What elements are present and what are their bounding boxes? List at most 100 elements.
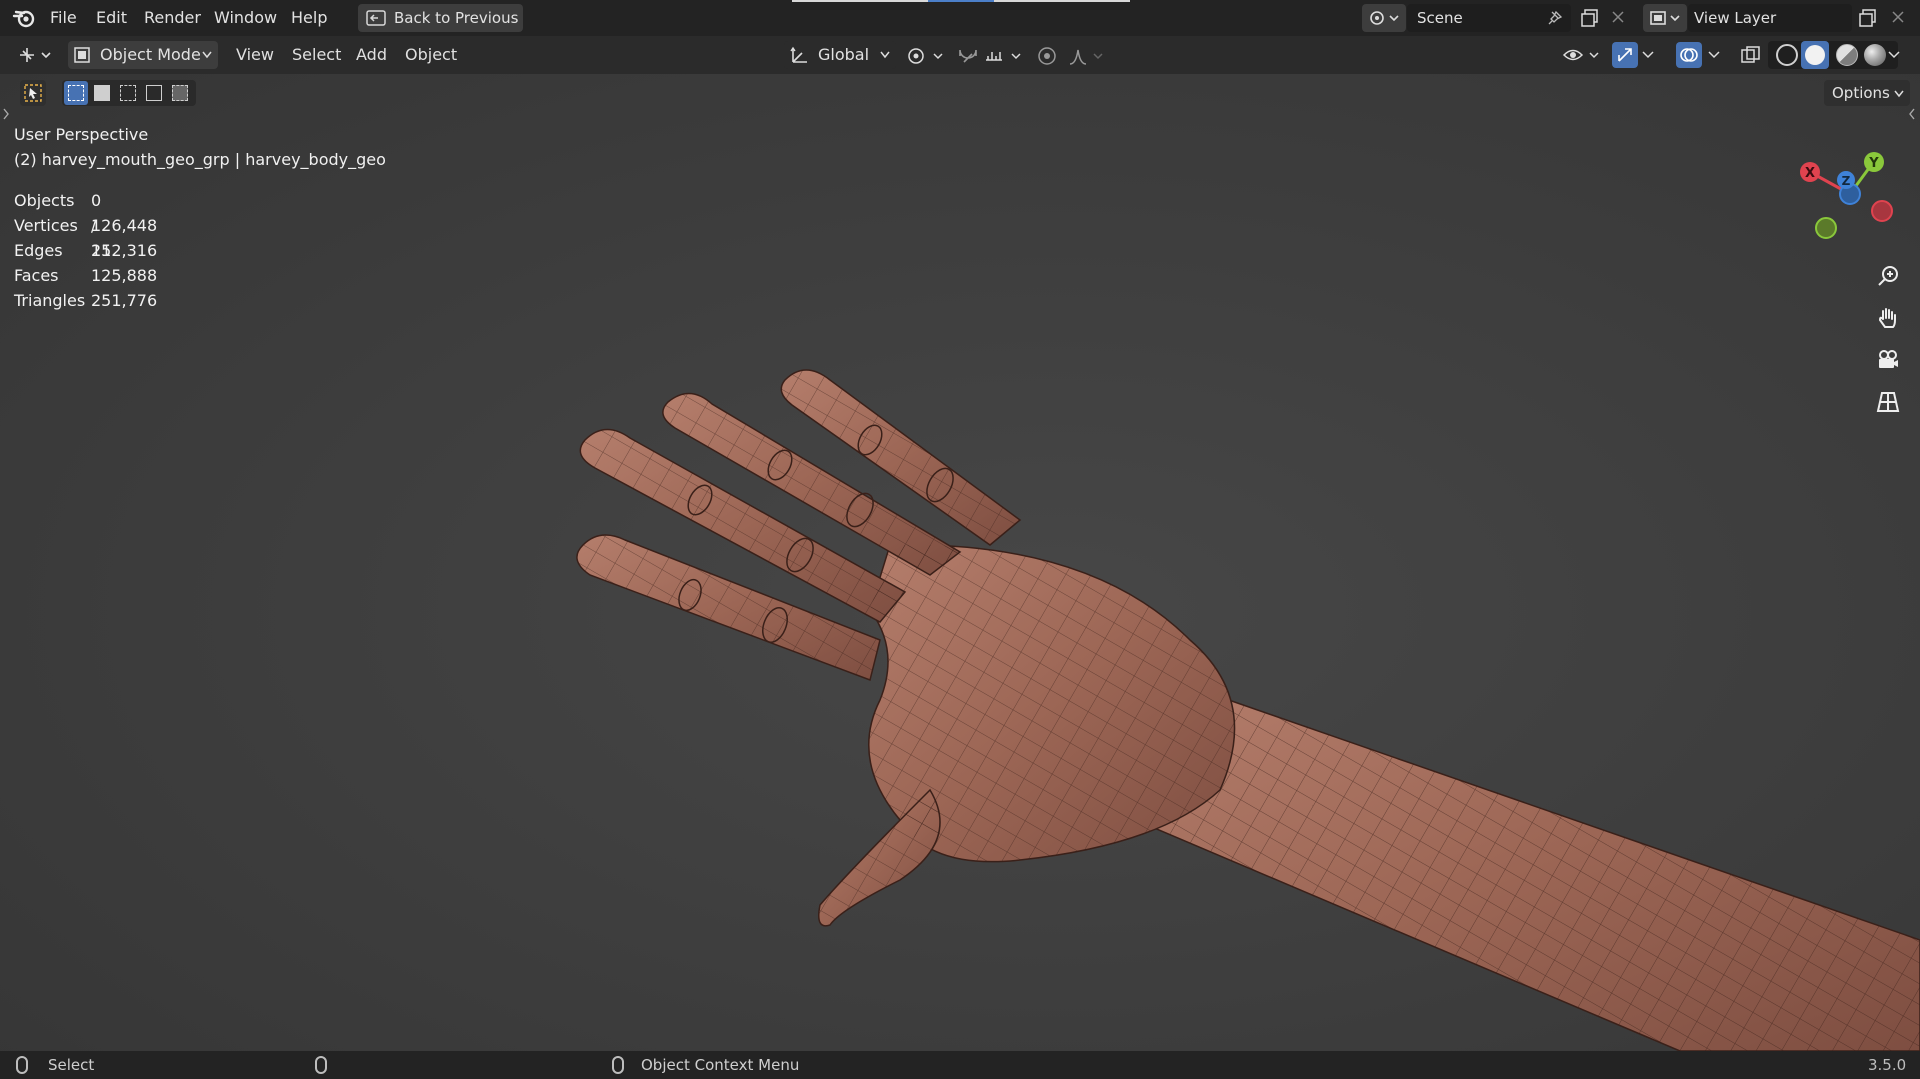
close-icon[interactable]: [1611, 10, 1625, 24]
selection-mode-group: [62, 80, 196, 106]
stat-label: Vertices: [14, 216, 78, 235]
collection-info: (2) harvey_mouth_geo_grp | harvey_body_g…: [14, 150, 386, 169]
menu-window[interactable]: Window: [214, 0, 277, 36]
neg-x-axis-icon[interactable]: [1871, 200, 1893, 222]
mouse-middle-icon: [315, 1056, 327, 1074]
falloff-icon[interactable]: [1068, 46, 1108, 66]
snap-icon[interactable]: [956, 46, 980, 66]
wireframe-shading-icon[interactable]: [1776, 44, 1798, 66]
select-subtract-icon[interactable]: [120, 85, 136, 101]
rendered-shading-icon[interactable]: [1864, 44, 1886, 66]
select-extend-icon[interactable]: [94, 85, 110, 101]
gizmo-icon: [1618, 48, 1632, 62]
editor-type-button[interactable]: [14, 42, 58, 68]
stat-label: Edges: [14, 241, 63, 260]
stat-value: 252,316: [91, 241, 158, 260]
select-intersect-icon[interactable]: [172, 85, 188, 101]
version-label: 3.5.0: [1868, 1056, 1907, 1074]
z-axis-label: Z: [1842, 174, 1851, 188]
overlay-toggle-button[interactable]: [1676, 42, 1702, 68]
status-left-action: Select: [48, 1056, 95, 1074]
stat-row-faces: Faces 125,888: [14, 263, 157, 288]
object-mode-dropdown[interactable]: Object Mode: [68, 41, 218, 69]
scene-icon: [1370, 11, 1399, 25]
overlay-icon: [1680, 48, 1698, 62]
solid-shading-button[interactable]: [1801, 41, 1829, 69]
close-icon[interactable]: [1891, 10, 1905, 24]
scene-name: Scene: [1417, 9, 1463, 27]
back-to-previous-button[interactable]: Back to Previous: [358, 4, 523, 32]
gizmo-toggle-button[interactable]: [1612, 42, 1638, 68]
3d-viewport[interactable]: Options User Perspective (2) harvey_mout…: [0, 74, 1920, 1051]
visibility-icon[interactable]: [1562, 45, 1602, 65]
x-axis-label: X: [1805, 166, 1815, 181]
active-tool-button[interactable]: [20, 80, 46, 106]
toolbar-expand-icon[interactable]: [2, 108, 10, 120]
zoom-button[interactable]: [1870, 258, 1906, 294]
menu-object[interactable]: Object: [405, 36, 457, 74]
stat-row-triangles: Triangles 251,776: [14, 288, 157, 313]
shading-mode-group: [1768, 41, 1898, 69]
stat-row-edges: Edges 252,316: [14, 238, 157, 263]
copy-icon[interactable]: [1858, 8, 1878, 28]
menu-file[interactable]: File: [50, 0, 77, 36]
pan-button[interactable]: [1870, 300, 1906, 336]
chevron-down-icon[interactable]: [1888, 50, 1900, 60]
stat-label: Objects: [14, 191, 75, 210]
stat-row-vertices: Vertices 126,448: [14, 213, 157, 238]
options-dropdown[interactable]: Options: [1824, 80, 1910, 106]
chevron-down-icon: [1894, 90, 1904, 98]
stat-value: 126,448: [91, 216, 158, 235]
top-menu-bar: File Edit Render Window Help Back to Pre…: [0, 0, 1920, 36]
scene-name-field[interactable]: Scene: [1407, 4, 1571, 32]
menu-add[interactable]: Add: [356, 36, 387, 74]
xray-icon[interactable]: [1740, 45, 1762, 65]
back-to-previous-label: Back to Previous: [394, 9, 519, 27]
mouse-left-icon: [16, 1056, 28, 1074]
view-layer-name-field[interactable]: View Layer: [1688, 4, 1852, 32]
copy-icon[interactable]: [1580, 8, 1600, 28]
mouse-right-icon: [612, 1056, 624, 1074]
navigation-gizmo[interactable]: Z X Y: [1786, 124, 1910, 248]
transform-orientation-dropdown[interactable]: Global: [784, 41, 896, 69]
hand-pan-icon: [1878, 308, 1896, 328]
object-mode-label: Object Mode: [100, 45, 201, 64]
snap-target-icon[interactable]: [984, 46, 1026, 66]
stat-label: Faces: [14, 266, 59, 285]
menu-render[interactable]: Render: [144, 0, 201, 36]
status-bar: Select Object Context Menu 3.5.0: [0, 1051, 1920, 1079]
menu-help[interactable]: Help: [291, 0, 327, 36]
statistics-overlay: Objects 0 / 11 Vertices 126,448 Edges 25…: [14, 188, 157, 313]
pivot-icon[interactable]: [906, 46, 946, 66]
select-invert-icon[interactable]: [146, 85, 162, 101]
back-icon: [366, 10, 386, 26]
zoom-icon: [1878, 266, 1898, 286]
menu-edit[interactable]: Edit: [96, 0, 127, 36]
select-box-icon: [24, 84, 42, 102]
chevron-down-icon: [880, 51, 890, 59]
select-new-button[interactable]: [64, 81, 88, 105]
view-layer-name: View Layer: [1694, 9, 1777, 27]
sidebar-expand-icon[interactable]: [1908, 108, 1916, 120]
options-label: Options: [1832, 84, 1890, 102]
material-shading-icon[interactable]: [1836, 44, 1858, 66]
menu-view[interactable]: View: [236, 36, 274, 74]
solid-shading-icon: [1805, 45, 1825, 65]
pin-icon[interactable]: [1547, 10, 1563, 26]
hand-mesh-render[interactable]: [560, 354, 1920, 1051]
chevron-down-icon[interactable]: [1708, 50, 1720, 60]
chevron-down-icon[interactable]: [1642, 50, 1654, 60]
chevron-down-icon: [202, 51, 212, 59]
blender-logo-icon[interactable]: [12, 8, 36, 28]
y-axis-label: Y: [1868, 156, 1879, 171]
proportional-edit-icon[interactable]: [1036, 46, 1058, 66]
neg-y-axis-icon[interactable]: [1815, 217, 1837, 239]
editor-type-icon: [20, 48, 51, 62]
workspace-tab-active[interactable]: [928, 0, 994, 2]
scene-browse-button[interactable]: [1362, 4, 1406, 32]
view-name: User Perspective: [14, 125, 149, 144]
view-layer-browse-button[interactable]: [1643, 4, 1687, 32]
orientation-label: Global: [818, 45, 870, 64]
menu-select[interactable]: Select: [292, 36, 341, 74]
stat-value: 125,888: [91, 266, 158, 285]
